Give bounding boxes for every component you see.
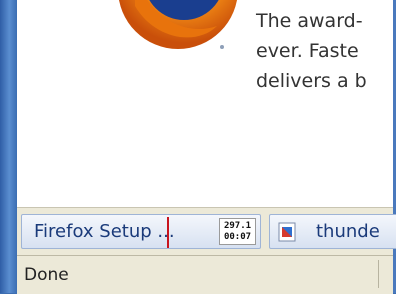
download-item-thunderbird[interactable]: thunde <box>269 214 396 249</box>
status-bar: Done <box>17 255 393 294</box>
download-stats: 297.1 00:07 <box>219 218 256 245</box>
document-icon <box>278 222 296 242</box>
download-size: 297.1 <box>223 221 252 231</box>
download-label: Firefox Setup ... <box>34 221 175 242</box>
download-item-firefox-setup[interactable]: Firefox Setup ... 297.1 00:07 <box>21 214 261 249</box>
download-label: thunde <box>316 221 380 242</box>
status-text: Done <box>24 265 69 285</box>
firefox-logo-icon <box>119 0 237 49</box>
promo-line: ever. Faste <box>256 40 359 62</box>
promo-line: The award- <box>256 10 363 32</box>
promo-text: The award- ever. Faste delivers a b <box>256 6 393 96</box>
decorative-dot <box>220 45 224 49</box>
status-divider <box>378 260 379 288</box>
download-time: 00:07 <box>223 232 252 242</box>
window-frame-left <box>0 0 17 293</box>
promo-line: delivers a b <box>256 70 367 92</box>
download-statusbar: Firefox Setup ... 297.1 00:07 thunde <box>17 207 396 255</box>
page-content: The award- ever. Faste delivers a b <box>17 0 393 207</box>
download-progress-marker <box>167 217 169 248</box>
